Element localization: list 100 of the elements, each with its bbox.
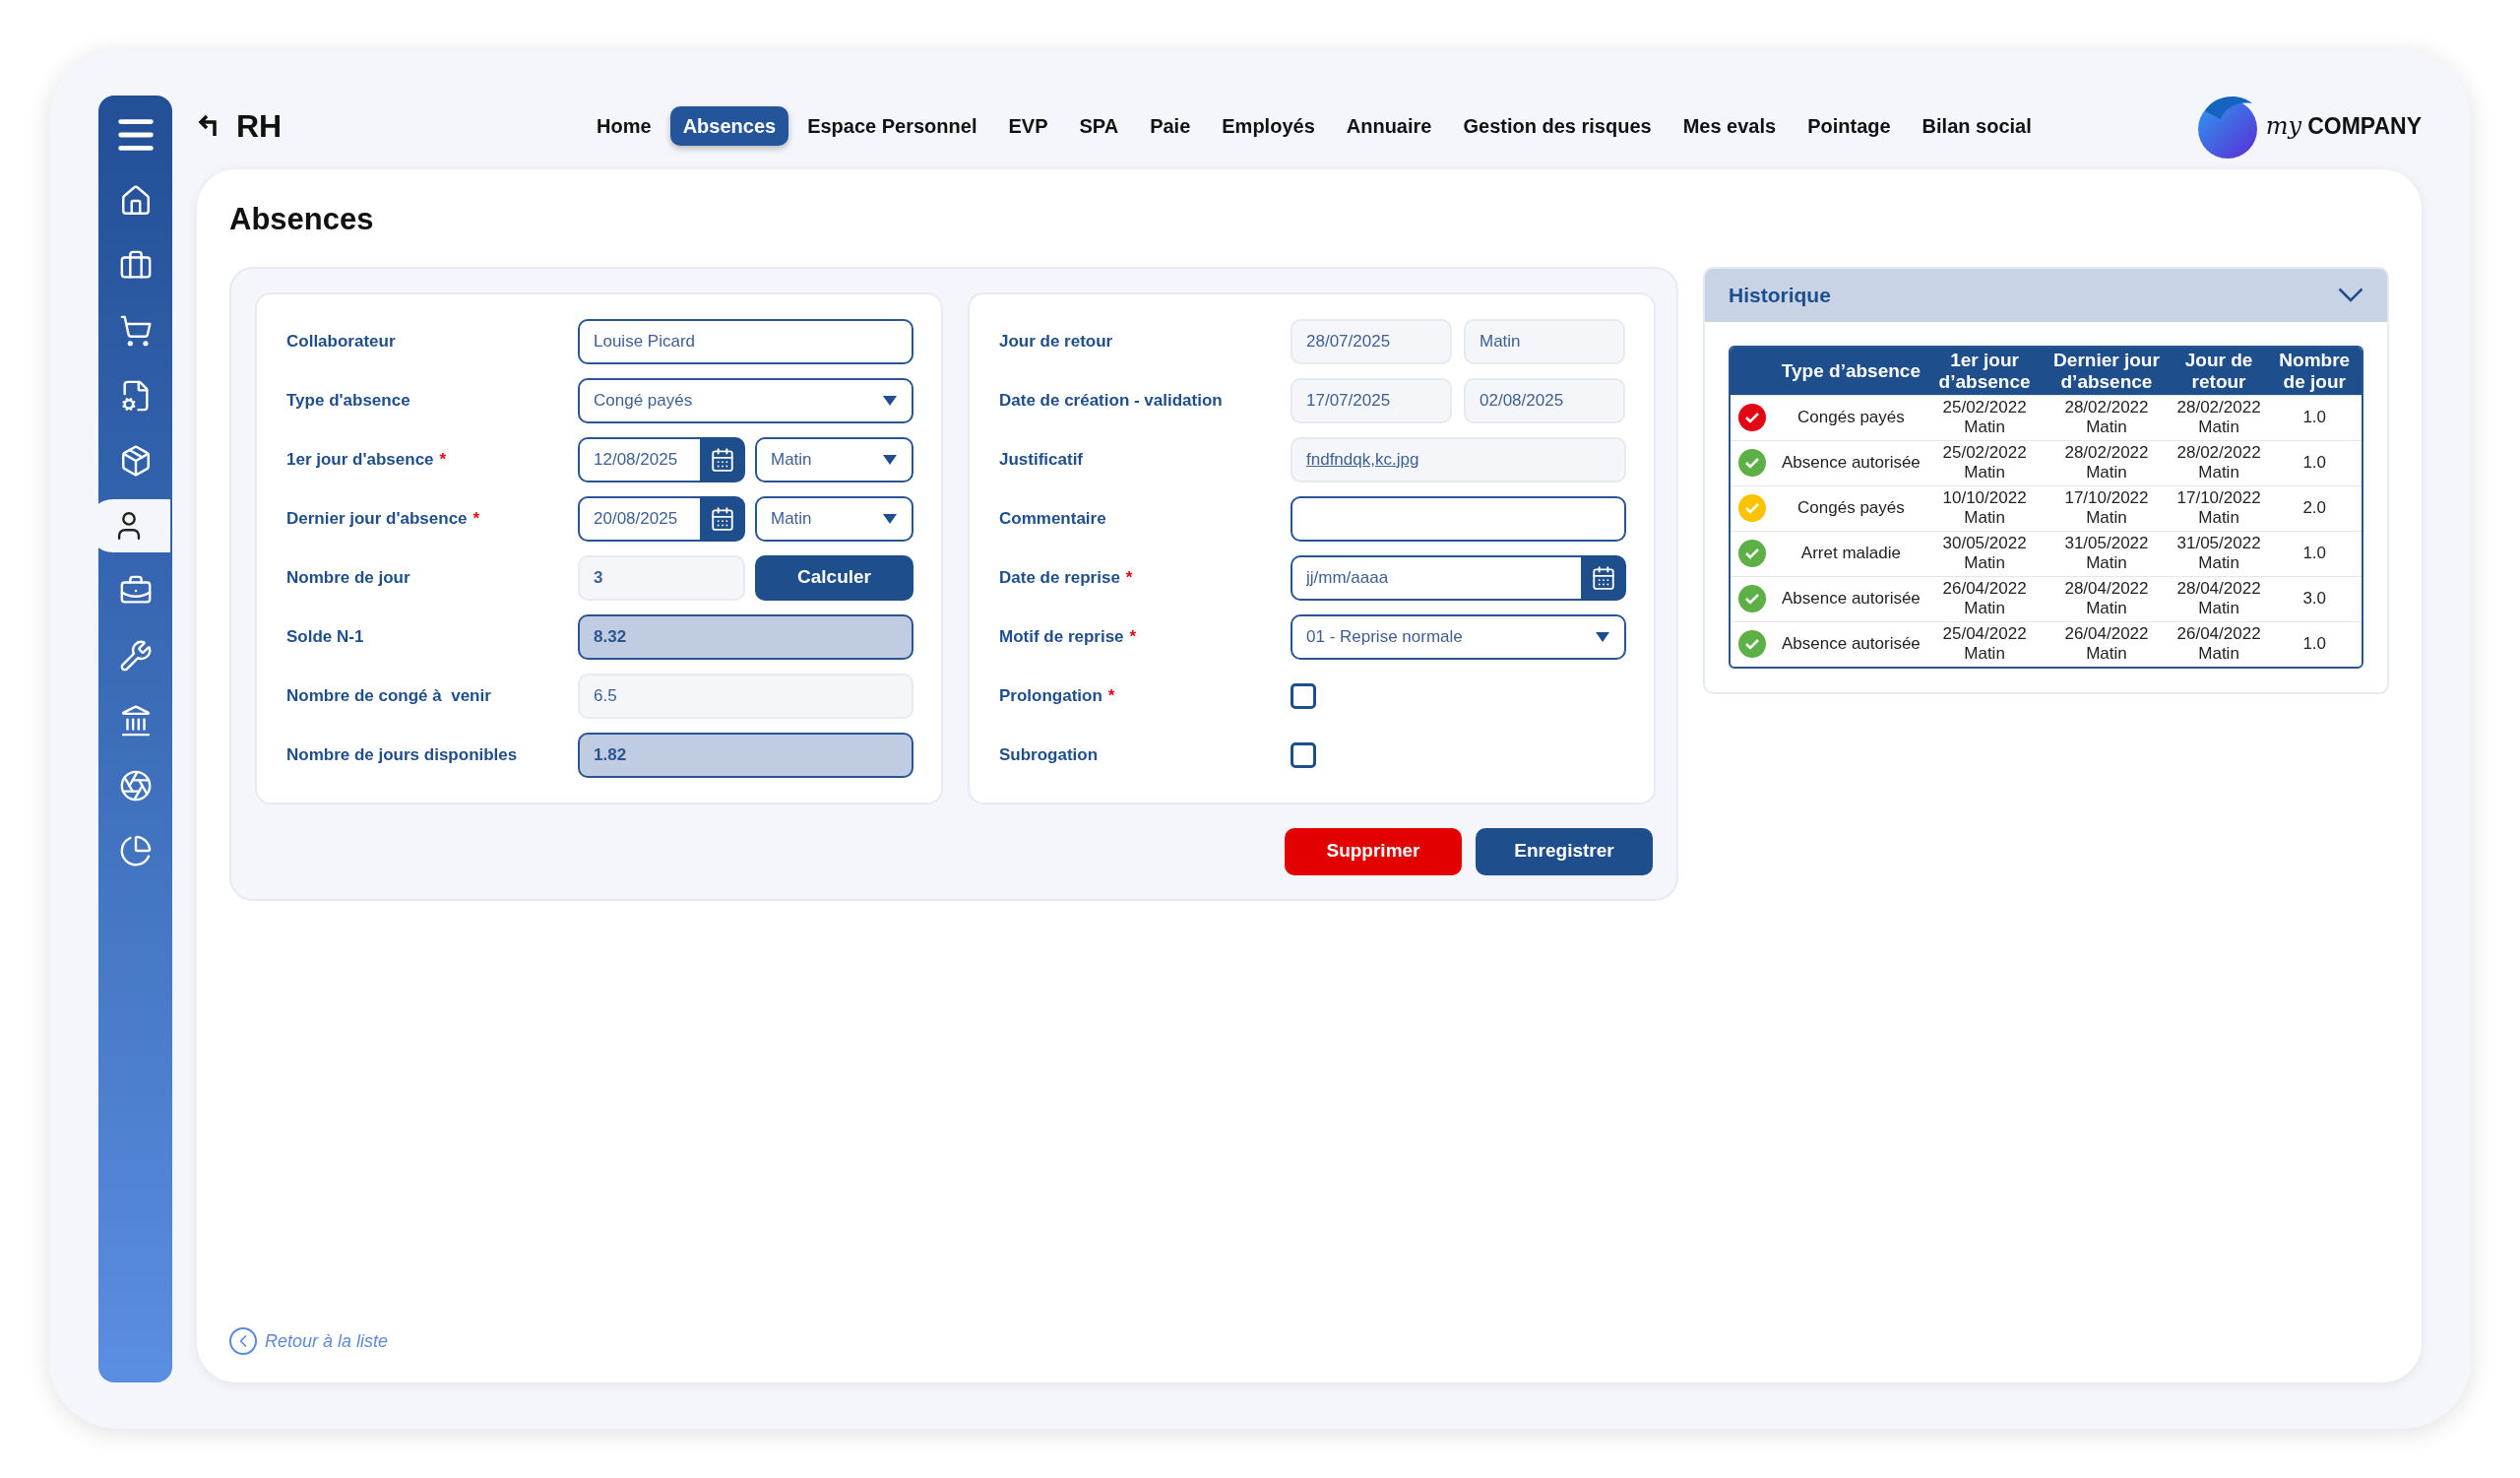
table-cell: 25/02/2022 Matin [1925,439,2044,485]
table-cell: 28/04/2022 Matin [2043,575,2171,621]
table-cell: 25/04/2022 Matin [1925,620,2044,667]
table-cell: 26/04/2022 Matin [1925,575,2044,621]
balance-field[interactable]: 8.32 [578,613,914,660]
field-label: Date de création - validation [999,389,1223,412]
nav-tab[interactable]: Employés [1209,106,1328,146]
table-cell: 17/10/2022 Matin [2043,484,2171,531]
nav-tab[interactable]: Home [584,106,664,146]
page-title: Absences [229,201,375,238]
nav-tab[interactable]: Bilan social [1909,106,2045,146]
nav-tab[interactable]: Pointage [1795,106,1904,146]
logo-prefix: my [2265,111,2302,142]
table-cell: 28/02/2022 Matin [2170,394,2268,440]
calendar-button[interactable] [700,436,745,482]
table-cell: 2.0 [2267,484,2362,531]
caret-icon [882,394,898,407]
checkbox[interactable] [1291,682,1316,709]
table-cell: 26/04/2022 Matin [2170,620,2268,667]
table-cell: 10/10/2022 Matin [1925,484,2044,531]
required-mark: * [1129,625,1137,648]
table-cell: Congés payés [1776,394,1926,440]
table-cell: 17/10/2022 Matin [2170,484,2268,531]
readonly-field[interactable]: 28/07/2025 [1291,318,1452,364]
checkbox[interactable] [1291,741,1316,768]
table-cell: Absence autorisée [1776,620,1926,667]
table-cell: 28/02/2022 Matin [2043,394,2171,440]
readonly-field[interactable]: 17/07/2025 [1291,377,1452,423]
back-link[interactable]: Retour à la liste [229,1327,389,1355]
text-field[interactable] [1291,495,1626,542]
text-field[interactable]: Louise Picard [578,318,914,364]
readonly-field[interactable]: 6.5 [578,673,914,719]
calendar-icon [1591,564,1616,591]
nav-tab[interactable]: Annuaire [1333,106,1445,146]
field-label: Jour de retour [999,330,1113,353]
field-label: Type d'absence [286,389,410,412]
dropdown[interactable]: 01 - Reprise normale [1291,613,1626,660]
nav-tab[interactable]: Paie [1137,106,1204,146]
table-cell: Absence autorisée [1776,575,1926,621]
field-label: Nombre de congé à venir [286,684,491,707]
table-cell: 28/02/2022 Matin [2043,439,2171,485]
table-cell: 28/02/2022 Matin [2170,439,2268,485]
aperture-icon [118,769,153,803]
nav-tab[interactable]: SPA [1066,106,1132,146]
caret-icon [882,453,898,466]
nav-tab[interactable]: Espace Personnel [794,106,990,146]
field-label: Subrogation [999,743,1099,766]
date-field[interactable]: jj/mm/aaaa [1291,554,1581,601]
table-cell: 1.0 [2267,530,2362,576]
dropdown[interactable]: Congé payés [578,377,914,423]
pie-chart-icon [118,834,153,868]
column-header: Nombre de jour [2267,347,2362,395]
field-label: Motif de reprise [999,625,1124,648]
nav-tab[interactable]: Gestion des risques [1450,106,1665,146]
field-label: Justificatif [999,448,1084,471]
table-cell: 25/02/2022 Matin [1925,394,2044,440]
field-label: 1er jour d'absence [286,448,434,471]
field-label: Prolongation [999,684,1102,707]
nav-tab[interactable]: Absences [669,106,789,146]
cart-icon [118,314,153,348]
field-label: Nombre de jours disponibles [286,743,518,766]
logo-text: COMPANY [2307,111,2422,141]
save-button[interactable]: Enregistrer [1476,827,1653,875]
calendar-button[interactable] [700,495,745,542]
field-label: Nombre de jour [286,566,410,589]
required-mark: * [439,448,447,471]
readonly-field[interactable]: 02/08/2025 [1464,377,1625,423]
column-header: 1er jour d’absence [1925,347,2044,395]
nav-tab[interactable]: Mes evals [1670,106,1790,146]
table-cell: 1.0 [2267,439,2362,485]
calculate-button[interactable]: Calculer [755,554,914,601]
dropdown[interactable]: Matin [755,495,914,542]
caret-icon [1595,630,1610,643]
wrench-icon [118,639,153,673]
dropdown[interactable]: Matin [755,436,914,482]
readonly-field[interactable]: Matin [1464,318,1625,364]
calendar-button[interactable] [1581,554,1626,601]
history-header[interactable]: Historique [1705,268,2387,322]
app-title: RH [236,107,283,146]
field-label: Date de reprise [999,566,1120,589]
table-cell: 26/04/2022 Matin [2043,620,2171,667]
table-cell: 31/05/2022 Matin [2043,530,2171,576]
field-label: Collaborateur [286,330,396,353]
file-link[interactable]: fndfndqk,kc.jpg [1306,446,1419,473]
column-header: Dernier jour d’absence [2043,347,2171,395]
caret-icon [882,512,898,525]
required-mark: * [1107,684,1115,707]
calendar-icon [710,446,735,473]
table-cell: 30/05/2022 Matin [1925,530,2044,576]
column-header: Type d’absence [1776,347,1926,395]
table-cell: 28/04/2022 Matin [2170,575,2268,621]
delete-button[interactable]: Supprimer [1285,827,1462,875]
table-cell: 1.0 [2267,394,2362,440]
date-field[interactable]: 12/08/2025 [578,436,700,482]
date-field[interactable]: 20/08/2025 [578,495,700,542]
table-cell: 1.0 [2267,620,2362,667]
nav-tab[interactable]: EVP [995,106,1061,146]
number-field[interactable]: 3 [578,554,745,601]
balance-field[interactable]: 1.82 [578,732,914,778]
table-cell: Congés payés [1776,484,1926,531]
